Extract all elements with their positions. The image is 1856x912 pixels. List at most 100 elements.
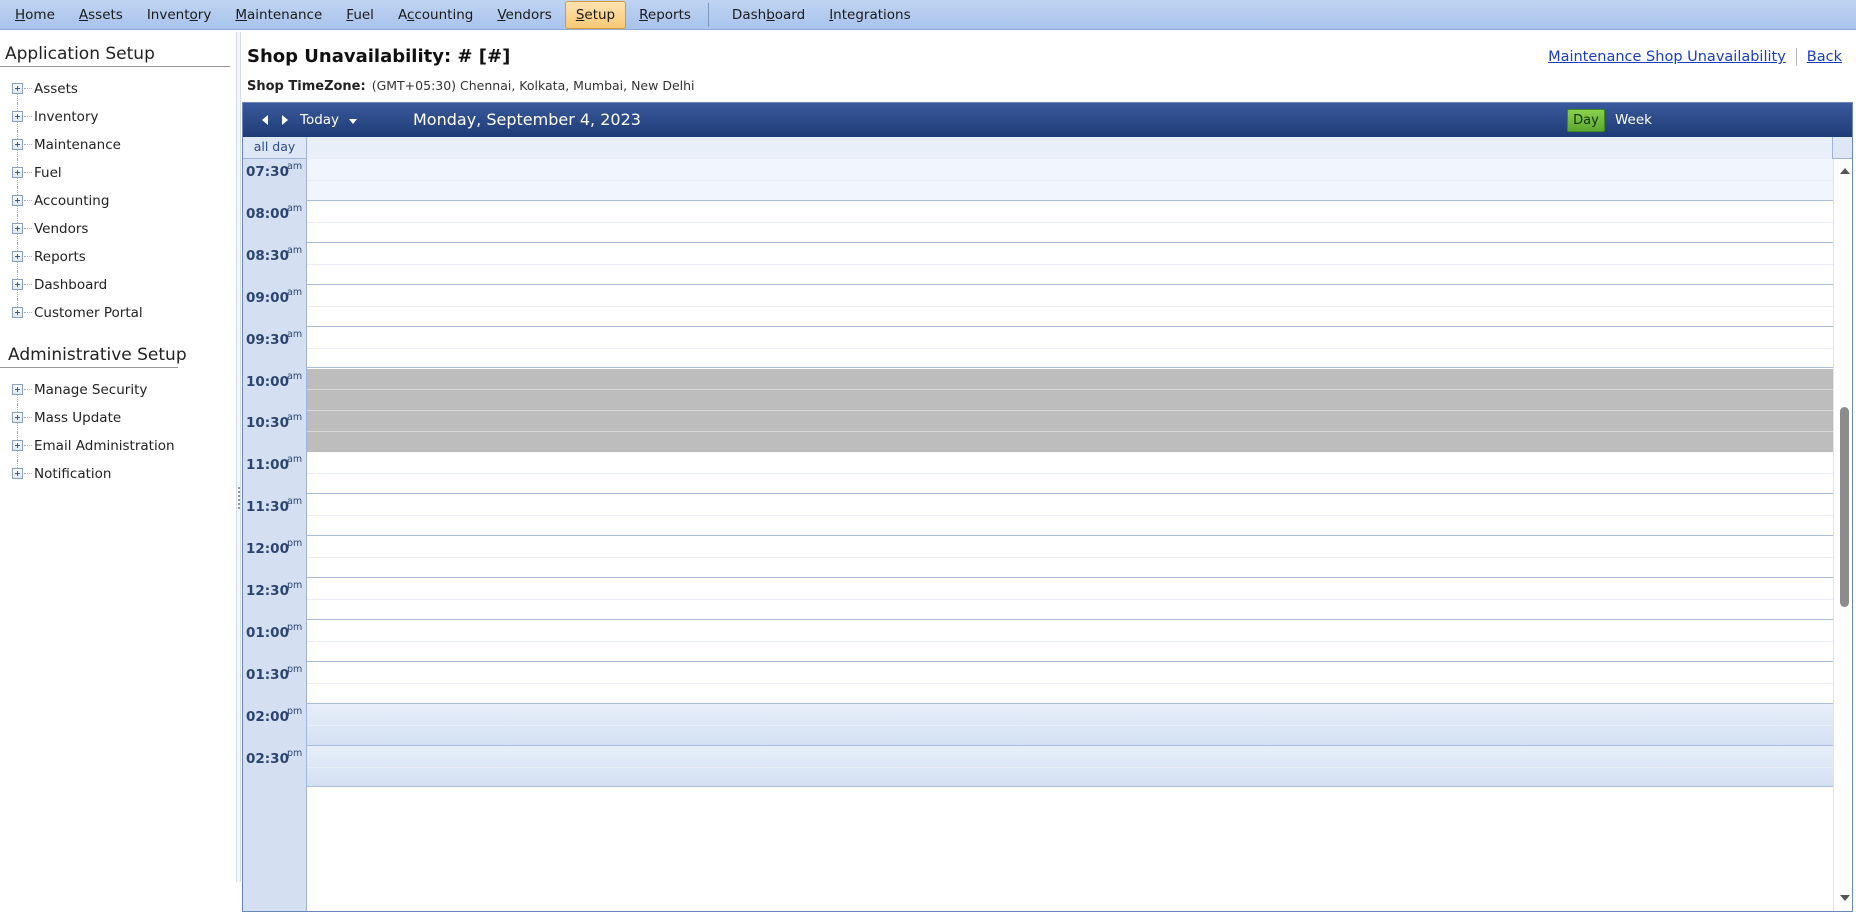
maintenance-shop-unavailability-link[interactable]: Maintenance Shop Unavailability	[1548, 49, 1786, 65]
sidebar-item-fuel[interactable]: Fuel	[0, 159, 236, 187]
block-divider	[307, 389, 1833, 391]
expand-plus-icon[interactable]	[12, 279, 23, 290]
time-slot-cell[interactable]	[307, 703, 1833, 746]
sidebar-item-assets[interactable]: Assets	[0, 75, 236, 103]
sidebar-item-inventory[interactable]: Inventory	[0, 103, 236, 131]
sidebar-item-email-administration[interactable]: Email Administration	[0, 432, 236, 460]
menu-item-accounting[interactable]: Accounting	[387, 1, 484, 29]
menu-item-fuel[interactable]: Fuel	[335, 1, 385, 29]
week-view-button[interactable]: Week	[1615, 112, 1652, 128]
day-view-button[interactable]: Day	[1567, 109, 1605, 132]
sidebar-item-accounting[interactable]: Accounting	[0, 187, 236, 215]
tree-connector	[24, 144, 32, 145]
expand-plus-icon[interactable]	[12, 468, 23, 479]
time-slot-cell[interactable]	[307, 452, 1833, 495]
expand-plus-icon[interactable]	[12, 307, 23, 318]
ampm-label: am	[287, 202, 303, 214]
time-label: 10:00	[246, 373, 289, 390]
menu-item-integrations[interactable]: Integrations	[818, 1, 921, 29]
menu-item-inventory[interactable]: Inventory	[136, 1, 223, 29]
back-link[interactable]: Back	[1807, 49, 1842, 65]
time-slot-cell[interactable]	[307, 620, 1833, 662]
tree-connector	[24, 228, 32, 229]
time-label: 12:30	[246, 583, 289, 599]
ampm-label: am	[287, 286, 303, 298]
time-column: 07:30 am 08:00 am 08:30 am 09:00 am 09:30 am 10:00…	[243, 159, 307, 911]
shop-unavailable-block[interactable]	[307, 368, 1833, 453]
tree-connector	[24, 200, 32, 201]
sidebar-item-notification[interactable]: Notification	[0, 460, 236, 488]
sidebar-item-customer-portal[interactable]: Customer Portal	[0, 299, 236, 327]
sidebar-item-label: Notification	[34, 466, 112, 482]
date-picker-caret-icon[interactable]	[349, 119, 357, 124]
time-slot-cell[interactable]	[307, 745, 1833, 788]
time-slot-cell[interactable]	[307, 536, 1833, 578]
scheduler: Today Monday, September 4, 2023 Day Week…	[242, 102, 1853, 912]
time-slot-cell[interactable]	[307, 494, 1833, 537]
expand-plus-icon[interactable]	[12, 195, 23, 206]
shop-timezone: Shop TimeZone: (GMT+05:30) Chennai, Kolka…	[247, 78, 695, 94]
ampm-label: am	[287, 161, 303, 172]
expand-plus-icon[interactable]	[12, 139, 23, 150]
time-slot-cell[interactable]	[307, 201, 1833, 243]
menu-item-vendors[interactable]: Vendors	[486, 1, 562, 29]
menu-item-setup[interactable]: Setup	[564, 0, 627, 29]
today-button[interactable]: Today	[300, 112, 339, 128]
time-slot-cell[interactable]	[307, 578, 1833, 620]
ampm-label: am	[287, 454, 303, 466]
menu-item-assets[interactable]: Assets	[68, 1, 134, 29]
time-slot-cell[interactable]	[307, 243, 1833, 285]
sidebar-splitter[interactable]	[236, 32, 241, 882]
sidebar-item-mass-update[interactable]: Mass Update	[0, 404, 236, 432]
menu-item-maintenance[interactable]: Maintenance	[224, 1, 333, 29]
block-divider	[307, 410, 1833, 412]
tree-connector	[24, 417, 32, 418]
time-slot-cell[interactable]	[307, 159, 1833, 201]
menu-item-reports[interactable]: Reports	[628, 1, 702, 29]
tree-connector	[24, 256, 32, 257]
time-label: 08:30	[246, 247, 289, 264]
next-day-arrow-icon[interactable]	[282, 115, 288, 125]
sidebar-item-label: Dashboard	[34, 277, 108, 293]
scrollbar-thumb[interactable]	[1840, 407, 1849, 607]
sidebar-item-label: Fuel	[34, 165, 62, 181]
time-slot-cell[interactable]	[307, 285, 1833, 327]
application-setup-tree: Assets Inventory Maintenance Fuel Accounting…	[0, 75, 236, 327]
scheduler-scrollbar[interactable]	[1833, 159, 1852, 911]
previous-day-arrow-icon[interactable]	[262, 115, 268, 125]
menu-item-dashboard[interactable]: Dashboard	[721, 1, 816, 29]
expand-plus-icon[interactable]	[12, 83, 23, 94]
tree-connector	[24, 445, 32, 446]
all-day-cell[interactable]	[307, 137, 1833, 159]
sidebar-item-label: Manage Security	[34, 382, 148, 398]
sidebar-item-label: Maintenance	[34, 137, 121, 153]
sidebar-item-vendors[interactable]: Vendors	[0, 215, 236, 243]
time-label: 10:30	[246, 415, 289, 432]
time-slot-cell[interactable]	[307, 662, 1833, 704]
tree-connector	[17, 299, 18, 307]
expand-plus-icon[interactable]	[12, 440, 23, 451]
time-label: 11:00	[246, 457, 289, 474]
sidebar-item-label: Customer Portal	[34, 305, 143, 321]
sidebar-item-dashboard[interactable]: Dashboard	[0, 271, 236, 299]
ampm-label: pm	[287, 538, 303, 550]
scroll-up-arrow-icon[interactable]	[1840, 168, 1850, 174]
tree-connector	[24, 116, 32, 117]
expand-plus-icon[interactable]	[12, 412, 23, 423]
sidebar-item-reports[interactable]: Reports	[0, 243, 236, 271]
scroll-down-arrow-icon[interactable]	[1840, 895, 1850, 901]
expand-plus-icon[interactable]	[12, 384, 23, 395]
splitter-grip-icon[interactable]	[238, 487, 240, 509]
time-label: 09:00	[246, 289, 289, 306]
all-day-label: all day	[243, 137, 307, 159]
sidebar-item-maintenance[interactable]: Maintenance	[0, 131, 236, 159]
ampm-label: am	[287, 370, 303, 382]
expand-plus-icon[interactable]	[12, 223, 23, 234]
expand-plus-icon[interactable]	[12, 111, 23, 122]
day-grid	[307, 159, 1833, 911]
expand-plus-icon[interactable]	[12, 251, 23, 262]
time-slot-cell[interactable]	[307, 327, 1833, 369]
sidebar-item-manage-security[interactable]: Manage Security	[0, 376, 236, 404]
expand-plus-icon[interactable]	[12, 167, 23, 178]
menu-item-home[interactable]: Home	[4, 1, 66, 29]
